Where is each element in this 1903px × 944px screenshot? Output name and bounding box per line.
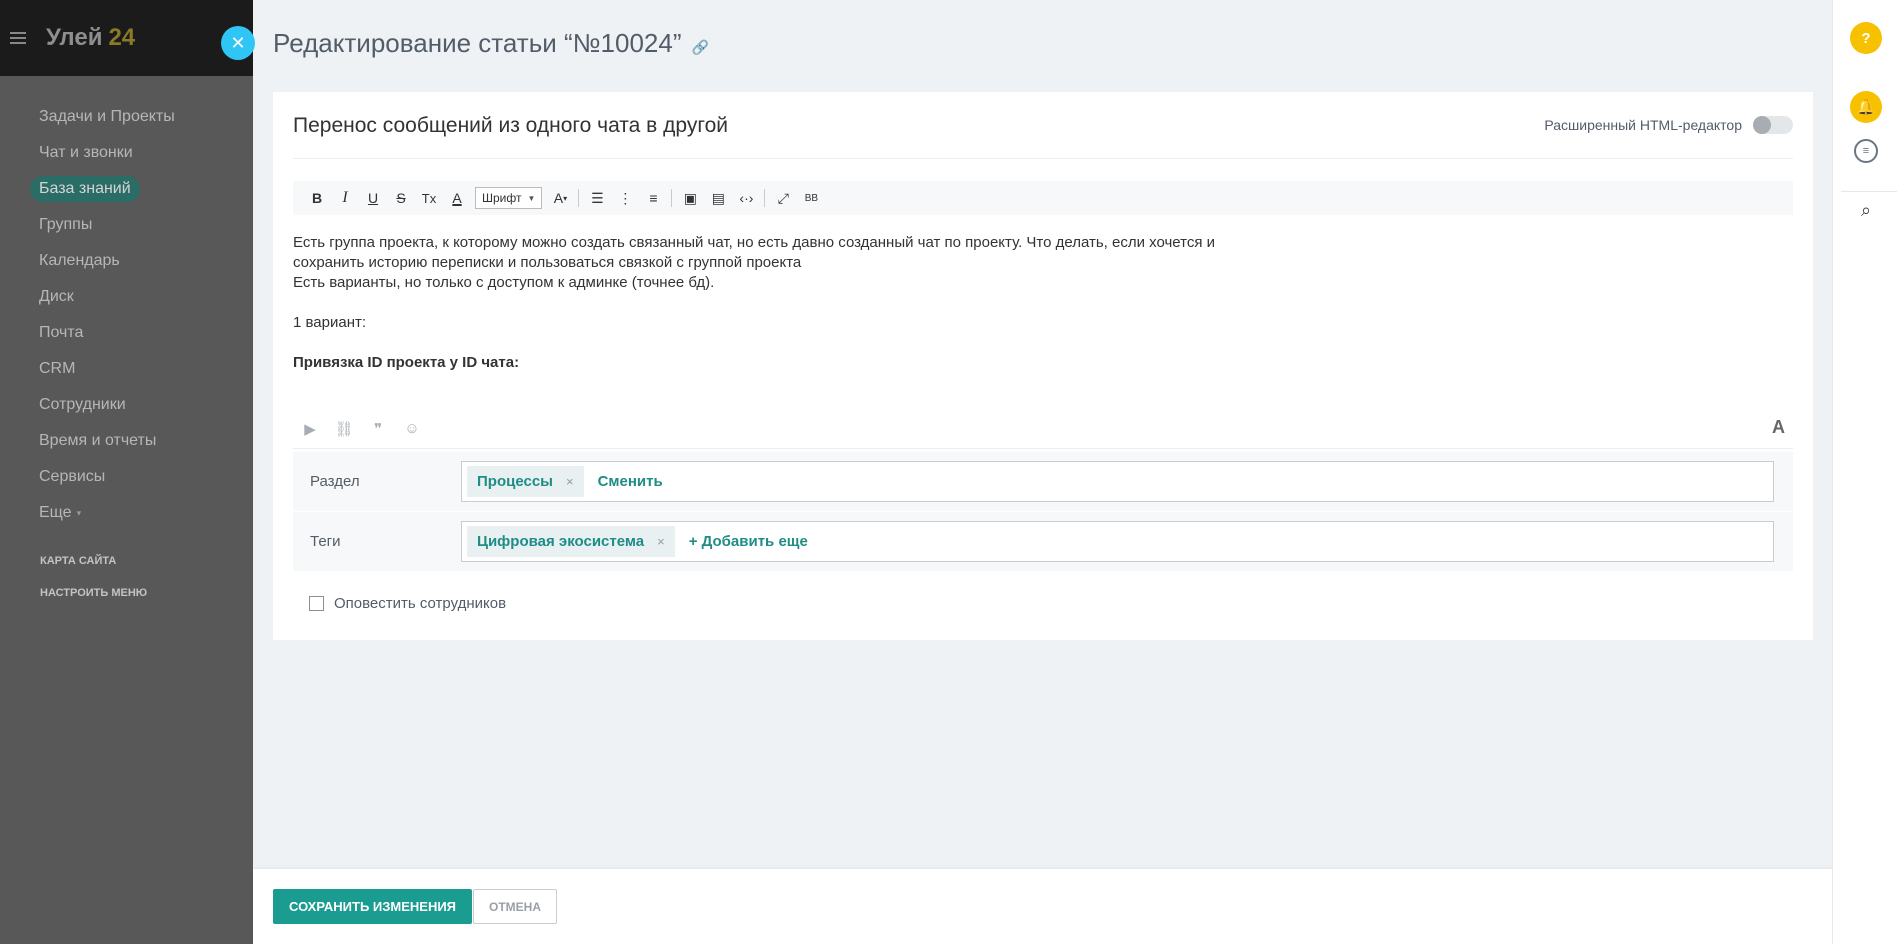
sidebar-item-groups[interactable]: Группы <box>0 207 253 243</box>
article-header: Перенос сообщений из одного чата в друго… <box>293 92 1793 159</box>
image-icon[interactable]: ▣ <box>676 185 704 211</box>
editor-paragraph: сохранить историю переписки и пользовать… <box>293 254 802 271</box>
editor-paragraph: Привязка ID проекта у ID чата: <box>293 354 520 371</box>
help-icon[interactable]: ? <box>1850 22 1882 54</box>
logo-number: 24 <box>108 24 136 51</box>
editor-content[interactable]: Есть группа проекта, к которому можно со… <box>293 233 1393 373</box>
html-editor-toggle-wrap: Расширенный HTML-редактор <box>1544 116 1793 134</box>
sitemap-link[interactable]: КАРТА САЙТА <box>40 545 253 577</box>
list-ordered-icon[interactable]: ☰ <box>583 185 611 211</box>
chat-icon[interactable]: ≡ <box>1854 139 1878 163</box>
article-fields: Раздел Процессы × Сменить Теги Цифровая э… <box>293 452 1793 572</box>
text-color-button[interactable]: A <box>443 185 471 211</box>
add-tag-link[interactable]: + Добавить еще <box>689 533 808 550</box>
menu-icon[interactable] <box>10 32 26 44</box>
sidebar-item-more[interactable]: Еще ▾ <box>0 495 253 531</box>
page-title: Редактирование статьи “№10024” 🔗 <box>273 28 709 59</box>
html-editor-toggle[interactable] <box>1753 116 1793 134</box>
font-select[interactable]: Шрифт ▼ <box>475 187 543 209</box>
editor-bottom-bar: ▶ ⛓ ❞ ☺ A <box>293 409 1793 449</box>
link-icon[interactable]: ⛓ <box>327 417 361 441</box>
font-size-button[interactable]: A ▾ <box>546 185 574 211</box>
sidebar-item-time-reports[interactable]: Время и отчеты <box>0 423 253 459</box>
close-slider-button[interactable]: ✕ <box>221 26 255 60</box>
sidebar-item-employees[interactable]: Сотрудники <box>0 387 253 423</box>
sidebar-menu: Задачи и Проекты Чат и звонки База знани… <box>0 76 253 531</box>
sidebar-item-knowledge-base[interactable]: База знаний <box>0 171 253 207</box>
article-card: Перенос сообщений из одного чата в друго… <box>273 92 1813 640</box>
fullscreen-icon[interactable]: ⤢ <box>769 185 797 211</box>
tags-row: Теги Цифровая экосистема × + Добавить еще <box>293 512 1793 572</box>
toolbar-divider <box>578 189 580 207</box>
sidebar-item-calendar[interactable]: Календарь <box>0 243 253 279</box>
video-icon[interactable]: ▶ <box>293 417 327 441</box>
bbcode-button[interactable]: BB <box>797 185 825 211</box>
editor-paragraph: 1 вариант: <box>293 314 367 331</box>
tags-field[interactable]: Цифровая экосистема × + Добавить еще <box>461 521 1774 562</box>
code-icon[interactable]: ‹·› <box>732 185 760 211</box>
change-section-link[interactable]: Сменить <box>598 473 663 490</box>
bold-button[interactable]: B <box>303 185 331 211</box>
sidebar-item-services[interactable]: Сервисы <box>0 459 253 495</box>
bell-icon[interactable]: 🔔 <box>1850 91 1882 123</box>
section-row: Раздел Процессы × Сменить <box>293 452 1793 512</box>
editor-paragraph: Есть группа проекта, к которому можно со… <box>293 234 1216 251</box>
text-format-button[interactable]: A <box>1772 417 1785 438</box>
editor-paragraph: Есть варианты, но только с доступом к ад… <box>293 274 715 291</box>
underline-button[interactable]: U <box>359 185 387 211</box>
italic-button[interactable]: I <box>331 185 359 211</box>
mention-icon[interactable]: ☺ <box>395 417 429 441</box>
left-sidebar: Улей 24 Задачи и Проекты Чат и звонки Баз… <box>0 0 253 944</box>
close-icon: ✕ <box>230 32 246 53</box>
right-panel-divider <box>1841 191 1897 192</box>
tags-label: Теги <box>310 533 341 550</box>
section-tag: Процессы × <box>467 466 584 497</box>
cancel-button[interactable]: ОТМЕНА <box>473 889 557 924</box>
sidebar-header: Улей 24 <box>0 0 253 76</box>
sidebar-item-disk[interactable]: Диск <box>0 279 253 315</box>
remove-tag-icon[interactable]: × <box>566 474 574 489</box>
configure-menu-link[interactable]: НАСТРОИТЬ МЕНЮ <box>40 577 253 609</box>
remove-tag-icon[interactable]: × <box>657 534 665 549</box>
link-icon[interactable]: 🔗 <box>692 39 709 56</box>
search-icon[interactable]: ⌕ <box>1850 194 1882 226</box>
table-icon[interactable]: ▤ <box>704 185 732 211</box>
clear-format-button[interactable]: Tx <box>415 185 443 211</box>
tag-item: Цифровая экосистема × <box>467 526 675 557</box>
chevron-down-icon: ▼ <box>527 193 536 203</box>
align-icon[interactable]: ≡ <box>639 185 667 211</box>
strikethrough-button[interactable]: S <box>387 185 415 211</box>
chevron-down-icon: ▾ <box>563 193 568 203</box>
notify-checkbox[interactable] <box>309 596 324 611</box>
section-field[interactable]: Процессы × Сменить <box>461 461 1774 502</box>
html-editor-label: Расширенный HTML-редактор <box>1544 117 1742 133</box>
right-panel: ? 🔔 ≡ ⌕ <box>1832 0 1903 944</box>
editor-toolbar: B I U S Tx A Шрифт ▼ A ▾ ☰ ⋮ ≡ ▣ ▤ ‹·› ⤢ B… <box>293 181 1793 215</box>
section-label: Раздел <box>310 473 360 490</box>
sidebar-item-chat[interactable]: Чат и звонки <box>0 135 253 171</box>
sidebar-item-mail[interactable]: Почта <box>0 315 253 351</box>
toolbar-divider <box>671 189 673 207</box>
sidebar-small-links: КАРТА САЙТА НАСТРОИТЬ МЕНЮ <box>0 531 253 609</box>
notify-employees[interactable]: Оповестить сотрудников <box>309 595 506 612</box>
save-button[interactable]: СОХРАНИТЬ ИЗМЕНЕНИЯ <box>273 889 473 924</box>
edit-article-slider: Редактирование статьи “№10024” 🔗 Перенос … <box>253 0 1832 944</box>
list-bulleted-icon[interactable]: ⋮ <box>611 185 639 211</box>
toolbar-divider <box>764 189 766 207</box>
sidebar-item-crm[interactable]: CRM <box>0 351 253 387</box>
logo[interactable]: Улей 24 <box>46 24 135 52</box>
sidebar-item-tasks[interactable]: Задачи и Проекты <box>0 99 253 135</box>
article-title[interactable]: Перенос сообщений из одного чата в друго… <box>293 114 728 138</box>
chevron-down-icon: ▾ <box>76 507 82 518</box>
slider-footer: СОХРАНИТЬ ИЗМЕНЕНИЯ ОТМЕНА <box>253 869 1832 944</box>
notify-label: Оповестить сотрудников <box>334 595 507 612</box>
page-title-text: Редактирование статьи “№10024” <box>273 28 682 58</box>
quote-icon[interactable]: ❞ <box>361 417 395 441</box>
logo-text: Улей <box>46 24 103 51</box>
